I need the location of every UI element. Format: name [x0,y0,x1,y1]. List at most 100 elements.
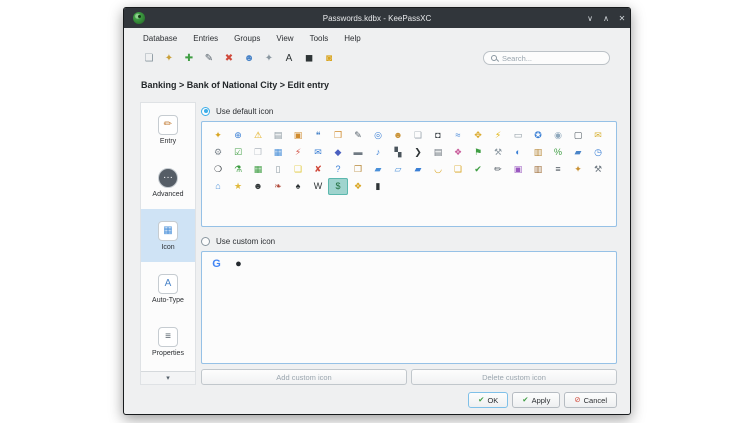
paper-new-icon[interactable]: ❐ [248,144,268,161]
wireless-icon[interactable]: ≈ [448,127,468,144]
user-key-icon[interactable]: ✦ [568,161,588,178]
tux-icon[interactable]: ☻ [248,178,268,195]
folder-open-icon[interactable]: ▱ [388,161,408,178]
menu-groups[interactable]: Groups [232,33,262,44]
folder-icon[interactable]: ▰ [368,161,388,178]
world-icon[interactable]: ⊕ [228,127,248,144]
email-box-icon[interactable]: ✉ [308,144,328,161]
sidebar-item-auto-type[interactable]: AAuto-Type [141,262,195,315]
tool-icon[interactable]: ⚒ [588,161,608,178]
folder-package-icon[interactable]: ▰ [408,161,428,178]
paper-flag-icon[interactable]: ⚗ [228,161,248,178]
memory-icon[interactable]: ▦ [248,161,268,178]
menu-help[interactable]: Help [342,33,362,44]
edit-entry-icon[interactable]: ✎ [199,49,219,67]
thumbnail-icon[interactable]: ▣ [508,161,528,178]
disk-icon[interactable]: ◆ [328,144,348,161]
homebanking-icon[interactable]: % [548,144,568,161]
clock-icon[interactable]: ◷ [588,144,608,161]
book-icon[interactable]: ▥ [528,161,548,178]
menu-entries[interactable]: Entries [191,33,220,44]
copy-password-icon[interactable]: ✦ [259,49,279,67]
sidebar-item-properties[interactable]: ≡Properties [141,315,195,368]
printer-icon[interactable]: ▤ [428,144,448,161]
settings-icon[interactable]: ⚒ [488,144,508,161]
program-icons-icon[interactable]: ❖ [448,144,468,161]
expired-icon[interactable]: ✘ [308,161,328,178]
sidebar-item-entry[interactable]: ✏Entry [141,103,195,156]
add-custom-icon-button[interactable]: Add custom icon [201,369,407,385]
archive-icon[interactable]: ▥ [528,144,548,161]
ok-button[interactable]: ✔ OK [468,392,508,408]
home-icon[interactable]: ⌂ [208,178,228,195]
new-database-icon[interactable]: ❏ [139,49,159,67]
close-button[interactable]: ✕ [614,10,630,26]
star-icon[interactable]: ★ [228,178,248,195]
cancel-button[interactable]: ⊘ Cancel [564,392,617,408]
minimize-button[interactable]: ∨ [582,10,598,26]
perform-autotype-icon[interactable]: A [279,49,299,67]
database-settings-icon[interactable]: ◼ [299,49,319,67]
clipboard-ready-icon[interactable]: ☑ [228,144,248,161]
apply-button[interactable]: ✔ Apply [512,392,560,408]
menu-tools[interactable]: Tools [308,33,331,44]
warning-icon[interactable]: ⚠ [248,127,268,144]
configuration-icon[interactable]: ⚙ [208,144,228,161]
marked-directory-icon[interactable]: ▣ [288,127,308,144]
list-icon[interactable]: ≡ [548,161,568,178]
feather-icon[interactable]: ❧ [268,178,288,195]
open-database-icon[interactable]: ✦ [159,49,179,67]
use-custom-icon-radio[interactable]: Use custom icon [201,234,617,248]
menu-view[interactable]: View [274,33,295,44]
lock-open-icon[interactable]: ◡ [428,161,448,178]
sidebar-item-icon[interactable]: ▦Icon [141,209,195,262]
radio-on-icon[interactable] [201,107,210,116]
parts-icon[interactable]: ❒ [328,127,348,144]
google-icon[interactable]: G [209,257,224,272]
network-server-icon[interactable]: ▤ [268,127,288,144]
world-computer-icon[interactable]: ◐ [508,144,528,161]
sidebar-item-advanced[interactable]: ···Advanced [141,156,195,209]
energy-careful-icon[interactable]: ⚡ [288,144,308,161]
cdrom-icon[interactable]: ◉ [548,127,568,144]
drive-icon[interactable]: ▬ [348,144,368,161]
money-icon[interactable]: $ [328,178,348,195]
paper-media-icon[interactable]: ♪ [368,144,388,161]
use-default-icon-radio[interactable]: Use default icon [201,104,617,118]
scanner-icon[interactable]: ▭ [508,127,528,144]
menu-database[interactable]: Database [141,33,179,44]
drive-windows-icon[interactable]: ▰ [568,144,588,161]
key-icon[interactable]: ✦ [208,127,228,144]
paper-locked-icon[interactable]: ❏ [448,161,468,178]
keyring-icon[interactable]: ✥ [468,127,488,144]
digicam-icon[interactable]: ◘ [428,127,448,144]
pen-icon[interactable]: ✏ [488,161,508,178]
world-star-icon[interactable]: ✪ [528,127,548,144]
delete-custom-icon-button[interactable]: Delete custom icon [411,369,617,385]
github-icon[interactable]: ● [231,257,246,272]
user-communication-icon[interactable]: ❝ [308,127,328,144]
note-icon[interactable]: ❑ [288,161,308,178]
apple-icon[interactable]: ♠ [288,178,308,195]
email-search-icon[interactable]: ❍ [208,161,228,178]
screen-icon[interactable]: ▦ [268,144,288,161]
sidebar-scroll-down-button[interactable]: ▾ [141,371,195,384]
maximize-button[interactable]: ∧ [598,10,614,26]
package-icon[interactable]: ❒ [348,161,368,178]
lock-databases-icon[interactable]: ◙ [319,49,339,67]
delete-entry-icon[interactable]: ✖ [219,49,239,67]
paper-clip-icon[interactable]: ❏ [408,127,428,144]
console-icon[interactable]: ❯ [408,144,428,161]
search-input[interactable]: Search... [483,51,610,65]
info-icon[interactable]: ? [328,161,348,178]
titlebar[interactable]: Passwords.kdbx - KeePassXC ∨ ∧ ✕ [124,8,630,28]
checked-icon[interactable]: ✔ [468,161,488,178]
wiki-icon[interactable]: W [308,178,328,195]
trash-bin-icon[interactable]: ▯ [268,161,288,178]
terminal-encrypted-icon[interactable]: ▚ [388,144,408,161]
phone-icon[interactable]: ▮ [368,178,388,195]
add-entry-icon[interactable]: ✚ [179,49,199,67]
copy-username-icon[interactable]: ☻ [239,49,259,67]
energy-icon[interactable]: ⚡ [488,127,508,144]
radio-off-icon[interactable] [201,237,210,246]
